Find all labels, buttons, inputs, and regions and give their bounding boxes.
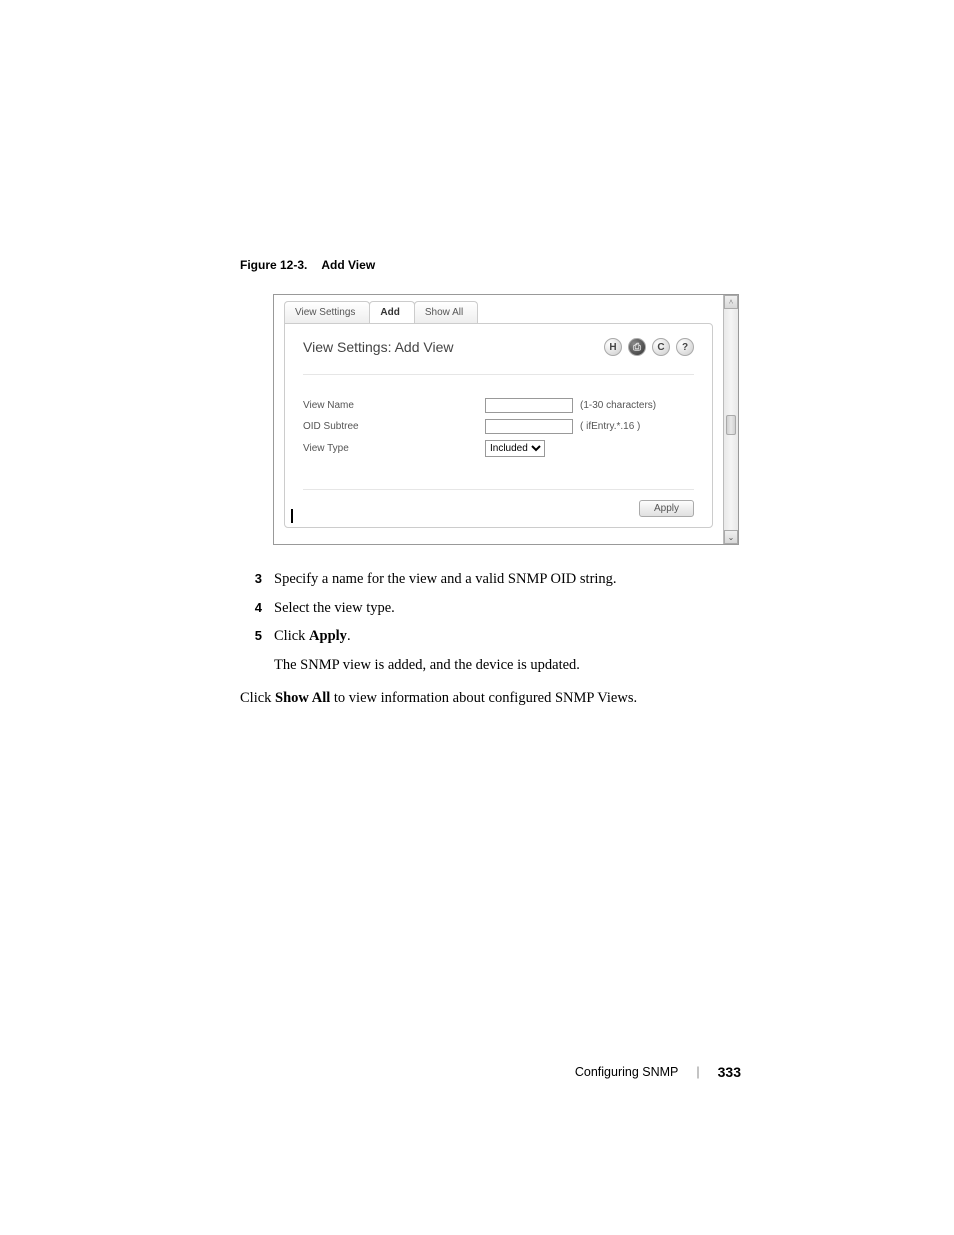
select-view-type[interactable]: Included bbox=[485, 440, 545, 457]
footer-separator: | bbox=[696, 1065, 699, 1079]
panel-body: View Settings: Add View H ⎙ C ? View Nam… bbox=[284, 323, 713, 528]
page-footer: Configuring SNMP | 333 bbox=[575, 1064, 741, 1080]
help-icon[interactable]: ? bbox=[676, 338, 694, 356]
step-5-text: Click Apply. bbox=[274, 624, 740, 649]
scroll-thumb[interactable] bbox=[726, 415, 736, 435]
apply-bold: Apply bbox=[309, 628, 347, 644]
figure-caption: Figure 12-3. Add View bbox=[240, 258, 740, 272]
form-table: View Name (1-30 characters) OID Subtree … bbox=[303, 395, 694, 460]
scroll-up-icon[interactable]: ^ bbox=[724, 295, 738, 309]
show-all-bold: Show All bbox=[275, 690, 330, 706]
footer-page-number: 333 bbox=[718, 1064, 741, 1080]
tab-view-settings[interactable]: View Settings bbox=[284, 301, 370, 323]
hint-oid-subtree: ( ifEntry.*.16 ) bbox=[580, 416, 694, 437]
refresh-icon[interactable]: C bbox=[652, 338, 670, 356]
after-steps: Click Show All to view information about… bbox=[240, 686, 740, 711]
step-3-num: 3 bbox=[240, 567, 274, 592]
tab-add[interactable]: Add bbox=[369, 301, 414, 323]
step-3: 3 Specify a name for the view and a vali… bbox=[240, 567, 740, 592]
panel-header: View Settings: Add View H ⎙ C ? bbox=[303, 338, 694, 375]
icon-row: H ⎙ C ? bbox=[604, 338, 694, 356]
step-5: 5 Click Apply. bbox=[240, 624, 740, 649]
figure-title: Add View bbox=[321, 258, 375, 272]
panel-title: View Settings: Add View bbox=[303, 339, 453, 355]
step-4-text: Select the view type. bbox=[274, 596, 740, 621]
steps: 3 Specify a name for the view and a vali… bbox=[240, 567, 740, 710]
figure-number: Figure 12-3. bbox=[240, 258, 307, 272]
footer-section: Configuring SNMP bbox=[575, 1065, 679, 1079]
label-view-type: View Type bbox=[303, 437, 485, 460]
apply-button[interactable]: Apply bbox=[639, 500, 694, 517]
scroll-down-icon[interactable]: ⌄ bbox=[724, 530, 738, 544]
step-5-num: 5 bbox=[240, 624, 274, 649]
step-3-text: Specify a name for the view and a valid … bbox=[274, 567, 740, 592]
step-5-sub: The SNMP view is added, and the device i… bbox=[274, 653, 740, 678]
label-oid-subtree: OID Subtree bbox=[303, 416, 485, 437]
scrollbar[interactable]: ^ ⌄ bbox=[723, 295, 738, 544]
row-oid-subtree: OID Subtree ( ifEntry.*.16 ) bbox=[303, 416, 694, 437]
label-view-name: View Name bbox=[303, 395, 485, 416]
row-view-type: View Type Included bbox=[303, 437, 694, 460]
hint-view-name: (1-30 characters) bbox=[580, 395, 694, 416]
input-view-name[interactable] bbox=[485, 398, 573, 413]
screenshot: View Settings Add Show All View Settings… bbox=[273, 294, 739, 545]
row-view-name: View Name (1-30 characters) bbox=[303, 395, 694, 416]
panel-footer: Apply bbox=[303, 489, 694, 517]
tab-row: View Settings Add Show All bbox=[284, 301, 713, 323]
tab-show-all[interactable]: Show All bbox=[414, 301, 478, 323]
step-4: 4 Select the view type. bbox=[240, 596, 740, 621]
step-4-num: 4 bbox=[240, 596, 274, 621]
panel: View Settings Add Show All View Settings… bbox=[274, 295, 723, 544]
save-icon[interactable]: H bbox=[604, 338, 622, 356]
print-icon[interactable]: ⎙ bbox=[628, 338, 646, 356]
input-oid-subtree[interactable] bbox=[485, 419, 573, 434]
text-cursor-icon bbox=[291, 509, 293, 523]
